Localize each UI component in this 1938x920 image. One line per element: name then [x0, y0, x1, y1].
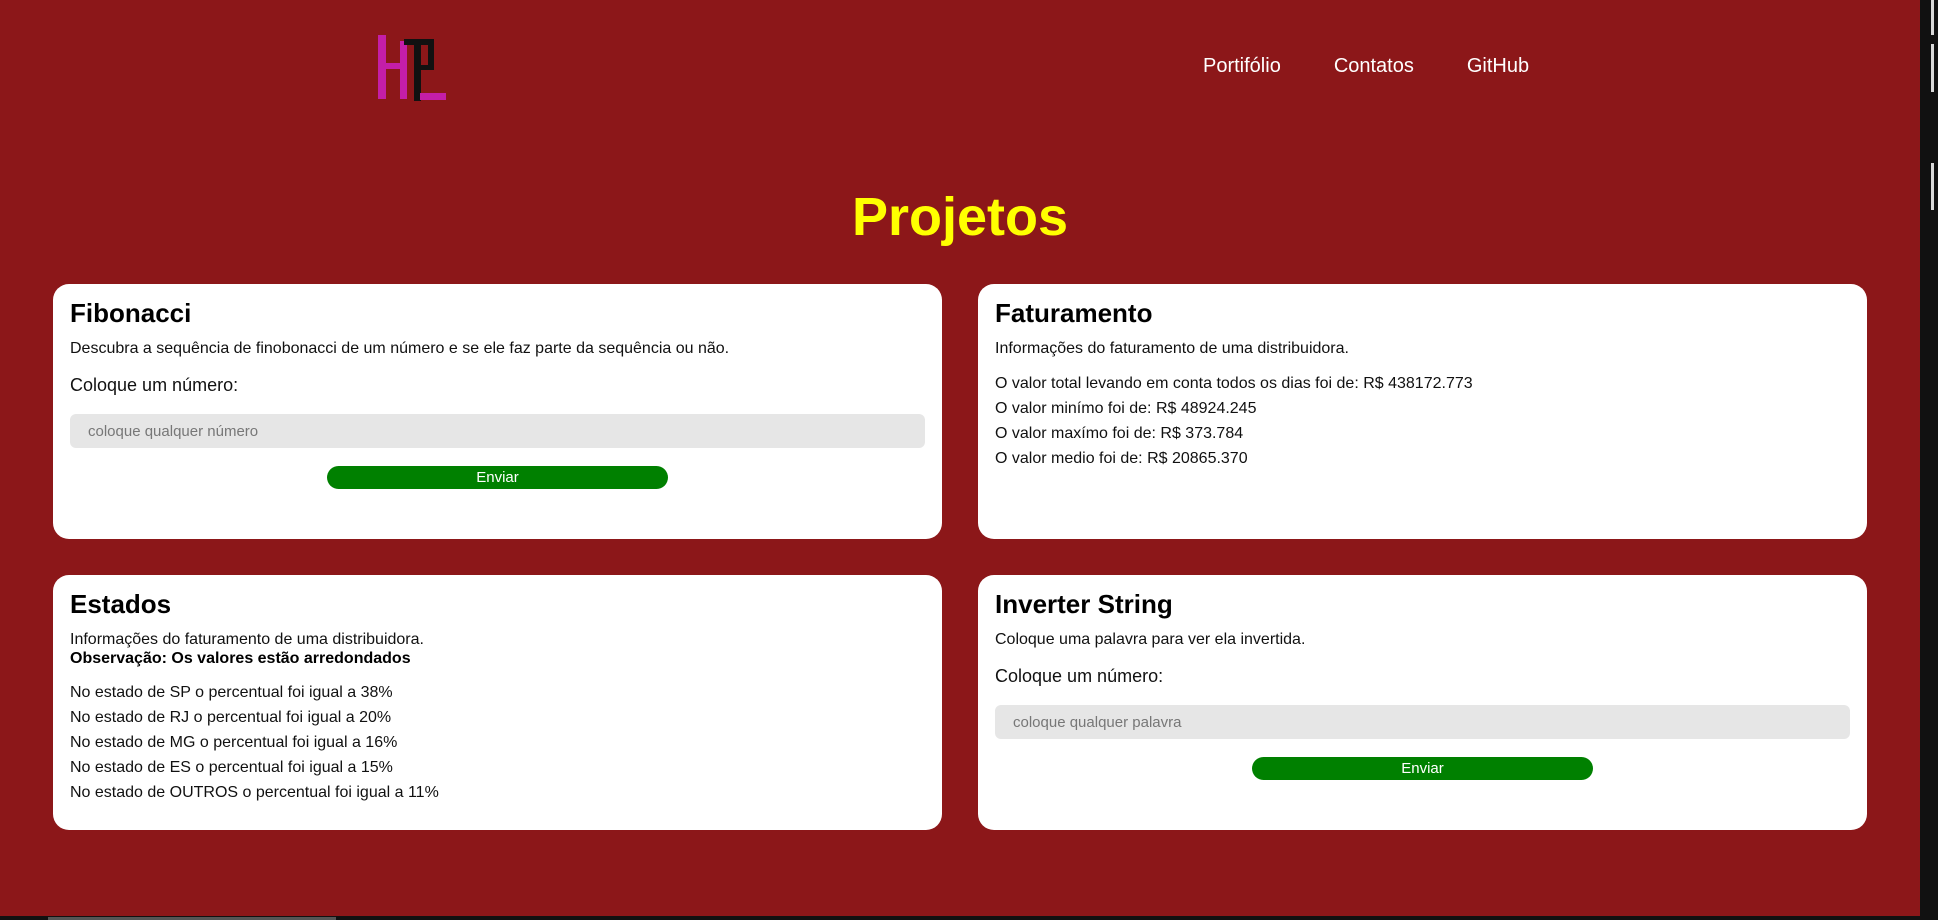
card-description: Informações do faturamento de uma distri…	[995, 340, 1349, 357]
inverter-string-card: Inverter String Coloque uma palavra para…	[978, 575, 1867, 830]
result-line: O valor maxímo foi de: R$ 373.784	[995, 425, 1244, 442]
rounding-note: Observação: Os valores estão arredondado…	[70, 650, 411, 667]
logo-icon[interactable]	[376, 33, 448, 101]
card-description: Coloque uma palavra para ver ela inverti…	[995, 631, 1306, 648]
result-line: No estado de SP o percentual foi igual a…	[70, 684, 393, 701]
number-prompt-label: Coloque um número:	[70, 375, 239, 395]
card-title: Estados	[70, 589, 172, 619]
fibonacci-card: Fibonacci Descubra a sequência de finobo…	[53, 284, 942, 539]
nav-contatos-link[interactable]: Contatos	[1334, 55, 1414, 78]
inverter-word-input[interactable]	[995, 705, 1850, 739]
word-prompt-label: Coloque um número:	[995, 666, 1164, 686]
result-line: No estado de OUTROS o percentual foi igu…	[70, 784, 439, 801]
estados-card: Estados Informações do faturamento de um…	[53, 575, 942, 830]
card-title: Fibonacci	[70, 298, 192, 328]
card-description: Informações do faturamento de uma distri…	[70, 631, 424, 648]
card-title: Inverter String	[995, 589, 1173, 619]
top-nav: Portifólio Contatos GitHub	[1203, 55, 1582, 78]
fibonacci-submit-button[interactable]: Enviar	[327, 466, 668, 489]
card-description: Descubra a sequência de finobonacci de u…	[70, 340, 730, 357]
scroll-marker	[1931, 0, 1934, 35]
result-line: O valor total levando em conta todos os …	[995, 375, 1473, 392]
faturamento-card: Faturamento Informações do faturamento d…	[978, 284, 1867, 539]
inverter-submit-button[interactable]: Enviar	[1252, 757, 1593, 780]
result-line: No estado de RJ o percentual foi igual a…	[70, 709, 392, 726]
nav-portfolio-link[interactable]: Portifólio	[1203, 55, 1281, 78]
scroll-marker	[1931, 44, 1934, 92]
result-line: No estado de MG o percentual foi igual a…	[70, 734, 398, 751]
card-title: Faturamento	[995, 298, 1153, 328]
site-header: Portifólio Contatos GitHub	[0, 0, 1920, 130]
result-line: O valor medio foi de: R$ 20865.370	[995, 450, 1248, 467]
faturamento-results: O valor total levando em conta todos os …	[995, 371, 1850, 471]
result-line: No estado de ES o percentual foi igual a…	[70, 759, 393, 776]
horizontal-scrollbar[interactable]	[0, 916, 1920, 920]
estados-results: No estado de SP o percentual foi igual a…	[70, 680, 925, 805]
nav-github-link[interactable]: GitHub	[1467, 55, 1529, 78]
scroll-thumb[interactable]	[1931, 163, 1934, 210]
result-line: O valor minímo foi de: R$ 48924.245	[995, 400, 1257, 417]
fibonacci-number-input[interactable]	[70, 414, 925, 448]
section-title: Projetos	[851, 187, 1069, 247]
vertical-scrollbar[interactable]	[1920, 0, 1938, 920]
